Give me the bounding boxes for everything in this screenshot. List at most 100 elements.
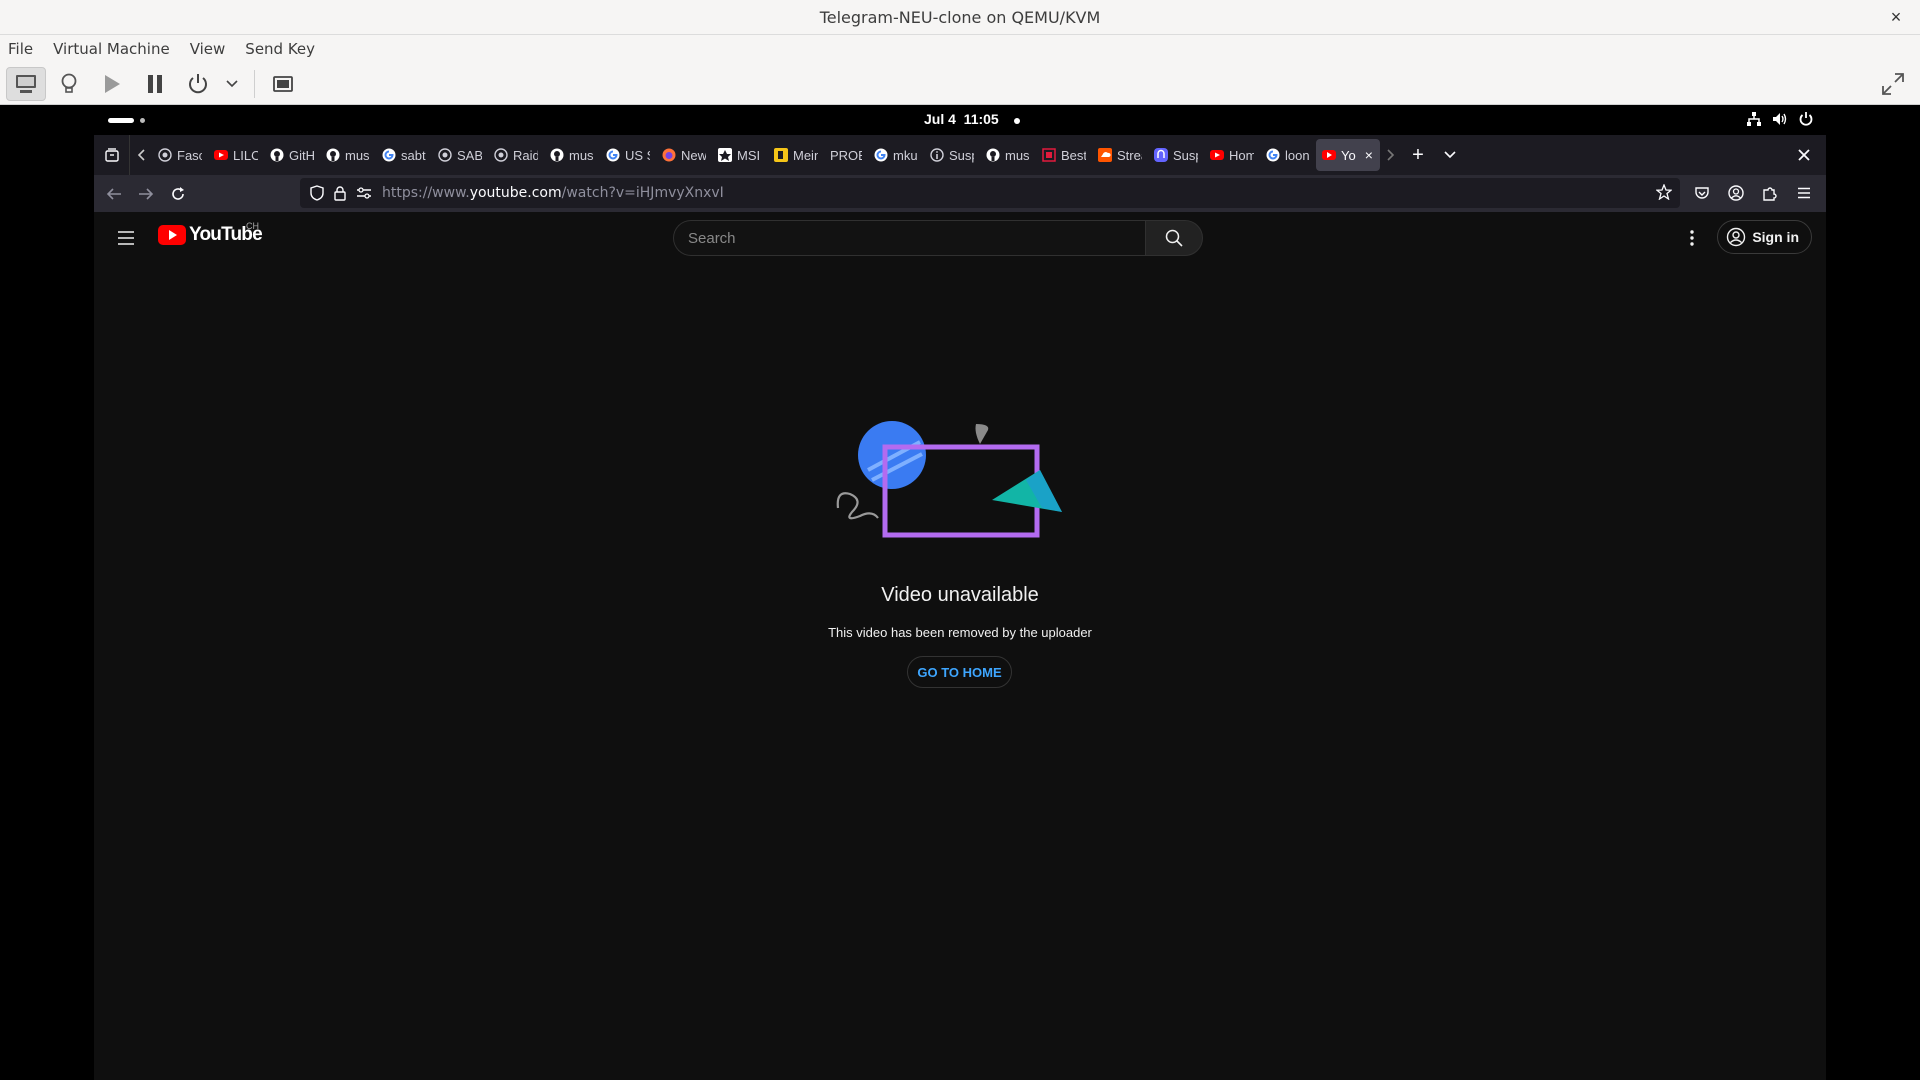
notification-dot [1014,118,1020,124]
url-prefix: https://www. [382,185,470,201]
tab[interactable]: musi [980,139,1036,171]
tab[interactable]: PROB76 [824,139,868,171]
system-status-area[interactable] [1746,111,1814,127]
url-bar[interactable]: https://www.youtube.com/watch?v=iHJmvyXn… [300,178,1680,208]
tab-list: Fasc LILO GitH musi sabt SAB Raid musi US S New MS… [152,135,1316,175]
reload-button[interactable] [162,178,194,210]
tab[interactable]: Strea [1092,139,1148,171]
window-title: Telegram-NEU-clone on QEMU/KVM [819,7,1101,27]
tab-label: musi [1005,147,1030,163]
tab[interactable]: musi [544,139,600,171]
illustration-grey-leaf [975,424,989,444]
lock-icon [334,185,346,201]
guide-menu-button[interactable] [114,226,138,250]
network-icon [1747,112,1761,126]
go-to-home-button[interactable]: GO TO HOME [907,656,1012,688]
tab[interactable]: Mein [768,139,824,171]
menu-view[interactable]: View [190,40,226,58]
tab-label: Yo [1341,147,1356,163]
github-icon [270,148,284,162]
host-titlebar: Telegram-NEU-clone on QEMU/KVM × [0,0,1920,35]
tab[interactable]: MSI [712,139,768,171]
tab[interactable]: LILO [208,139,264,171]
browser-close-button[interactable] [1792,143,1816,167]
window-close-button[interactable]: × [1886,7,1906,27]
search-input[interactable]: Search [673,220,1145,256]
settings-more-button[interactable] [1680,226,1704,250]
tab[interactable]: Susp [1148,139,1204,171]
tab[interactable]: Susp [924,139,980,171]
tab[interactable]: sabt [376,139,432,171]
tab[interactable]: GitH [264,139,320,171]
google-icon [1266,148,1280,162]
new-tab-button[interactable]: + [1402,139,1434,171]
details-view-button[interactable] [49,67,89,101]
google-icon [606,148,620,162]
site-icon [1042,148,1056,162]
site-icon [774,148,788,162]
tab[interactable]: Raid [488,139,544,171]
chevron-down-icon [226,79,238,87]
shutdown-menu-button[interactable] [221,67,243,101]
menu-file[interactable]: File [8,40,33,58]
firefox-view-button[interactable] [94,135,130,175]
star-icon [1655,183,1673,201]
lightbulb-icon [61,73,77,93]
fullscreen-button[interactable] [1880,71,1906,97]
nav-bar: https://www.youtube.com/watch?v=iHJmvyXn… [94,175,1826,212]
info-icon [930,148,944,162]
search-button[interactable] [1145,220,1203,256]
account-button[interactable] [1720,177,1752,209]
tab[interactable]: Fasc [152,139,208,171]
app-menu-button[interactable] [1788,177,1820,209]
console-view-button[interactable] [6,66,46,101]
tab[interactable]: New [656,139,712,171]
play-icon [105,74,120,93]
run-button[interactable] [92,67,132,101]
url-text[interactable]: https://www.youtube.com/watch?v=iHJmvyXn… [382,185,724,201]
tab-close-button[interactable]: × [1365,147,1373,163]
tab-active-youtube[interactable]: Yo × [1316,139,1380,171]
pause-button[interactable] [135,67,175,101]
shutdown-button[interactable] [178,67,218,101]
soundcloud-icon [1098,148,1112,162]
tab-scroll-right-button[interactable] [1380,135,1402,175]
firefox-view-icon [104,148,119,162]
tab[interactable]: musi [320,139,376,171]
back-button[interactable] [98,178,130,210]
mastodon-icon [1154,148,1168,162]
github-icon [986,148,1000,162]
extensions-button[interactable] [1754,177,1786,209]
tab[interactable]: US S [600,139,656,171]
tab[interactable]: Hom [1204,139,1260,171]
tab[interactable]: Best [1036,139,1092,171]
menu-send-key[interactable]: Send Key [245,40,315,58]
tab-label: musi [569,147,594,163]
pause-icon [148,74,162,93]
tab[interactable]: loon [1260,139,1316,171]
tab-scroll-left-button[interactable] [130,135,152,175]
url-path: /watch?v=iHJmvyXnxvI [561,185,724,201]
pocket-icon [1695,187,1709,199]
pocket-button[interactable] [1686,177,1718,209]
tab[interactable]: SAB [432,139,488,171]
sign-in-button[interactable]: Sign in [1717,220,1812,254]
guest-display[interactable]: Jul 4 11:05 Fasc LILO GitH musi sabt SAB Raid m… [0,105,1920,1080]
clock[interactable]: Jul 4 11:05 [924,111,999,127]
tab-label: musi [345,147,370,163]
youtube-icon [1322,150,1336,160]
tab-label: Susp [949,147,974,163]
hamburger-icon [1798,187,1810,199]
forward-button[interactable] [130,178,162,210]
tab[interactable]: mku [868,139,924,171]
menu-virtual-machine[interactable]: Virtual Machine [53,40,170,58]
tab-label: Raid [513,147,538,163]
msi-icon [718,148,732,162]
activities-indicator[interactable] [108,118,134,123]
bookmark-star-button[interactable] [1655,183,1673,205]
snapshots-button[interactable] [263,67,303,101]
list-all-tabs-button[interactable] [1434,139,1466,171]
host-menubar: File Virtual Machine View Send Key [0,35,1920,63]
gnome-top-bar: Jul 4 11:05 [94,105,1826,135]
github-icon [550,148,564,162]
